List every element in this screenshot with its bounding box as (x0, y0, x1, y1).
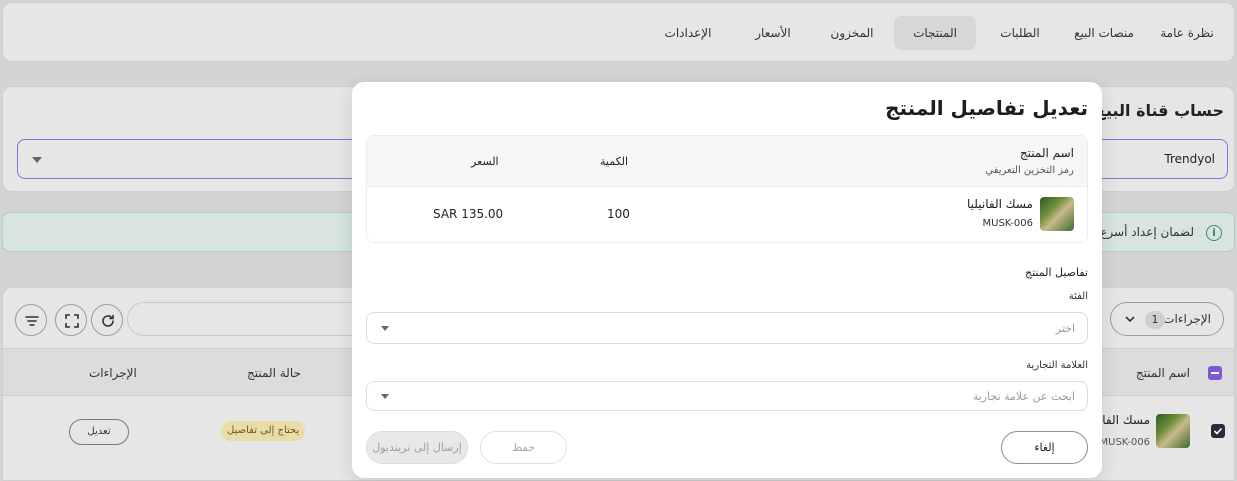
category-select[interactable]: اختر (366, 312, 1088, 344)
header-actions: الإجراءات (89, 366, 137, 380)
modal-header-price: السعر (471, 155, 499, 168)
category-label: الفئة (1068, 291, 1088, 302)
tab-orders[interactable]: الطلبات (985, 16, 1055, 50)
cancel-button[interactable]: إلغاء (1001, 431, 1088, 464)
top-navigation: نظرة عامة منصات البيع الطلبات المنتجات ا… (2, 2, 1235, 62)
bulk-actions-button[interactable]: الإجراءات 1 (1110, 302, 1224, 336)
info-icon: i (1206, 225, 1222, 241)
tab-settings[interactable]: الإعدادات (648, 16, 728, 50)
tab-inventory[interactable]: المخزون (817, 16, 887, 50)
product-thumbnail (1040, 197, 1074, 231)
modal-product-qty: 100 (607, 207, 630, 221)
bulk-actions-label: الإجراءات (1163, 312, 1211, 326)
refresh-button[interactable] (91, 304, 123, 336)
filter-button[interactable] (15, 304, 47, 336)
row-product-sku: MUSK-006 (1099, 437, 1151, 448)
chevron-down-icon (381, 326, 389, 331)
tab-prices[interactable]: الأسعار (738, 16, 808, 50)
channel-select-value: Trendyol (1164, 152, 1215, 166)
modal-product-sku: MUSK-006 (982, 218, 1034, 229)
product-details-title: تفاصيل المنتج (1025, 266, 1088, 279)
modal-title: تعديل تفاصيل المنتج (885, 96, 1088, 120)
modal-header-sku: رمز التخزين التعريفي (985, 165, 1074, 176)
modal-product-price: SAR 135.00 (433, 207, 504, 221)
header-product-status: حالة المنتج (247, 366, 301, 380)
filter-icon (25, 316, 39, 326)
account-title: حساب قناة البيع (1095, 101, 1224, 120)
search-input[interactable] (127, 302, 367, 336)
modal-product-name: مسك الفانيليا (967, 197, 1033, 211)
save-button[interactable]: حفظ (480, 431, 567, 464)
edit-product-modal: تعديل تفاصيل المنتج اسم المنتج رمز التخز… (352, 82, 1102, 478)
fullscreen-button[interactable] (55, 304, 87, 336)
status-badge: يحتاج إلى تفاصيل (221, 421, 306, 441)
brand-search-select[interactable]: ابحث عن علامة تجارية (366, 381, 1088, 411)
chevron-down-icon (381, 394, 389, 399)
header-product-name: اسم المنتج (1135, 366, 1190, 380)
refresh-icon (102, 314, 114, 327)
brand-placeholder: ابحث عن علامة تجارية (972, 390, 1075, 403)
tab-sales-channels[interactable]: منصات البيع (1063, 16, 1145, 50)
check-icon (1213, 427, 1223, 435)
send-to-trendyol-button[interactable]: إرسال إلى ترينديول (366, 431, 468, 464)
row-checkbox[interactable] (1211, 424, 1225, 438)
modal-header-qty: الكمية (600, 155, 629, 168)
expand-icon (65, 314, 79, 328)
modal-product-row: مسك الفانيليا MUSK-006 100 SAR 135.00 (367, 187, 1087, 242)
chevron-down-icon (1125, 316, 1135, 323)
modal-product-table: اسم المنتج رمز التخزين التعريفي الكمية ا… (366, 135, 1088, 243)
select-all-checkbox[interactable] (1208, 366, 1222, 380)
chevron-down-icon (32, 157, 42, 163)
tab-overview[interactable]: نظرة عامة (1151, 16, 1223, 50)
selected-count-badge: 1 (1145, 311, 1165, 329)
brand-label: العلامة التجارية (1026, 360, 1088, 371)
edit-button[interactable]: تعديل (69, 419, 129, 445)
modal-table-header: اسم المنتج رمز التخزين التعريفي الكمية ا… (367, 136, 1087, 187)
modal-header-name: اسم المنتج (1019, 146, 1074, 160)
product-thumbnail (1156, 414, 1190, 448)
tab-products[interactable]: المنتجات (894, 16, 976, 50)
category-placeholder: اختر (1055, 322, 1075, 335)
